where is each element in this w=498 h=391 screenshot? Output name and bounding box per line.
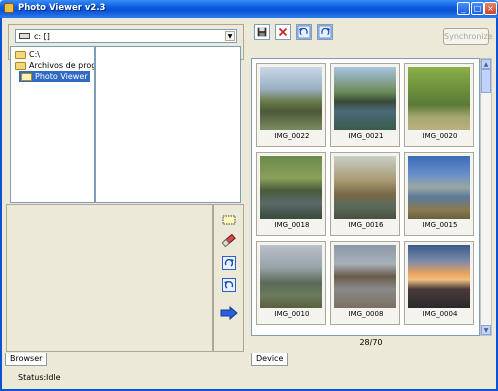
save-icon[interactable] (254, 24, 270, 40)
chevron-down-icon[interactable]: ▼ (225, 31, 235, 41)
maximize-button[interactable]: □ (471, 2, 484, 15)
photo (408, 67, 470, 130)
photo (408, 245, 470, 308)
scroll-down-icon[interactable]: ▼ (481, 325, 491, 335)
eraser-icon[interactable] (222, 233, 236, 247)
vertical-scrollbar[interactable]: ▲ ▼ (480, 58, 492, 336)
minimize-button[interactable]: _ (457, 2, 470, 15)
rotate-left-icon[interactable] (222, 278, 236, 292)
file-list[interactable] (95, 46, 241, 203)
thumbnail[interactable]: IMG_0008 (330, 241, 400, 325)
photo (334, 156, 396, 219)
thumbnail[interactable]: IMG_0018 (256, 152, 326, 236)
tab-browser[interactable]: Browser (5, 353, 48, 366)
transfer-arrow-icon[interactable] (220, 306, 238, 320)
thumbnail[interactable]: IMG_0020 (404, 63, 474, 147)
thumbnail[interactable]: IMG_0004 (404, 241, 474, 325)
page-counter: 28/70 (359, 338, 383, 347)
browser-pane: c: [] ▼ C:\ Archivos de prograr Photo Vi… (3, 20, 244, 366)
synchronize-button[interactable]: Synchronize (443, 28, 493, 45)
browser-toolbar (213, 204, 244, 352)
photo (260, 156, 322, 219)
tree-item-root[interactable]: C:\ (13, 49, 42, 60)
folder-open-icon (15, 50, 26, 59)
rotate-right-icon[interactable] (317, 24, 333, 40)
thumbnail[interactable]: IMG_0015 (404, 152, 474, 236)
rotate-right-icon[interactable] (222, 256, 236, 270)
app-icon (4, 3, 14, 13)
thumbnail[interactable]: IMG_0010 (256, 241, 326, 325)
photo (260, 67, 322, 130)
drive-icon (19, 33, 30, 39)
scroll-thumb[interactable] (481, 69, 491, 93)
thumbnail[interactable]: IMG_0022 (256, 63, 326, 147)
close-button[interactable]: × (484, 2, 497, 15)
status-value: Idle (46, 373, 61, 382)
scroll-up-icon[interactable]: ▲ (481, 59, 491, 69)
device-pane: Synchronize IMG_0022 IMG_0021 IMG_0020 I… (250, 20, 494, 366)
tree-item-photo-viewer[interactable]: Photo Viewer (19, 71, 90, 82)
thumbnail-grid[interactable]: IMG_0022 IMG_0021 IMG_0020 IMG_0018 IMG_… (251, 58, 480, 336)
rotate-left-icon[interactable] (296, 24, 312, 40)
drive-value: c: [] (34, 32, 50, 41)
photo (334, 67, 396, 130)
select-all-icon[interactable] (222, 213, 236, 227)
status-label: Status: (18, 373, 47, 382)
window-title: Photo Viewer v2.3 (18, 3, 106, 13)
folder-open-icon (15, 61, 26, 70)
thumbnail[interactable]: IMG_0021 (330, 63, 400, 147)
status-bar: Status: Idle (3, 370, 493, 386)
folder-open-icon (21, 72, 32, 81)
thumbnail[interactable]: IMG_0016 (330, 152, 400, 236)
tab-device[interactable]: Device (251, 353, 289, 366)
photo (260, 245, 322, 308)
drive-select[interactable]: c: [] ▼ (15, 29, 237, 43)
delete-icon[interactable] (275, 24, 291, 40)
tree-item-program-files[interactable]: Archivos de prograr (13, 60, 94, 71)
photo (408, 156, 470, 219)
folder-tree[interactable]: C:\ Archivos de prograr Photo Viewer (10, 46, 95, 203)
preview-area (6, 204, 213, 352)
title-bar[interactable]: Photo Viewer v2.3 _ □ × (0, 0, 498, 18)
photo (334, 245, 396, 308)
